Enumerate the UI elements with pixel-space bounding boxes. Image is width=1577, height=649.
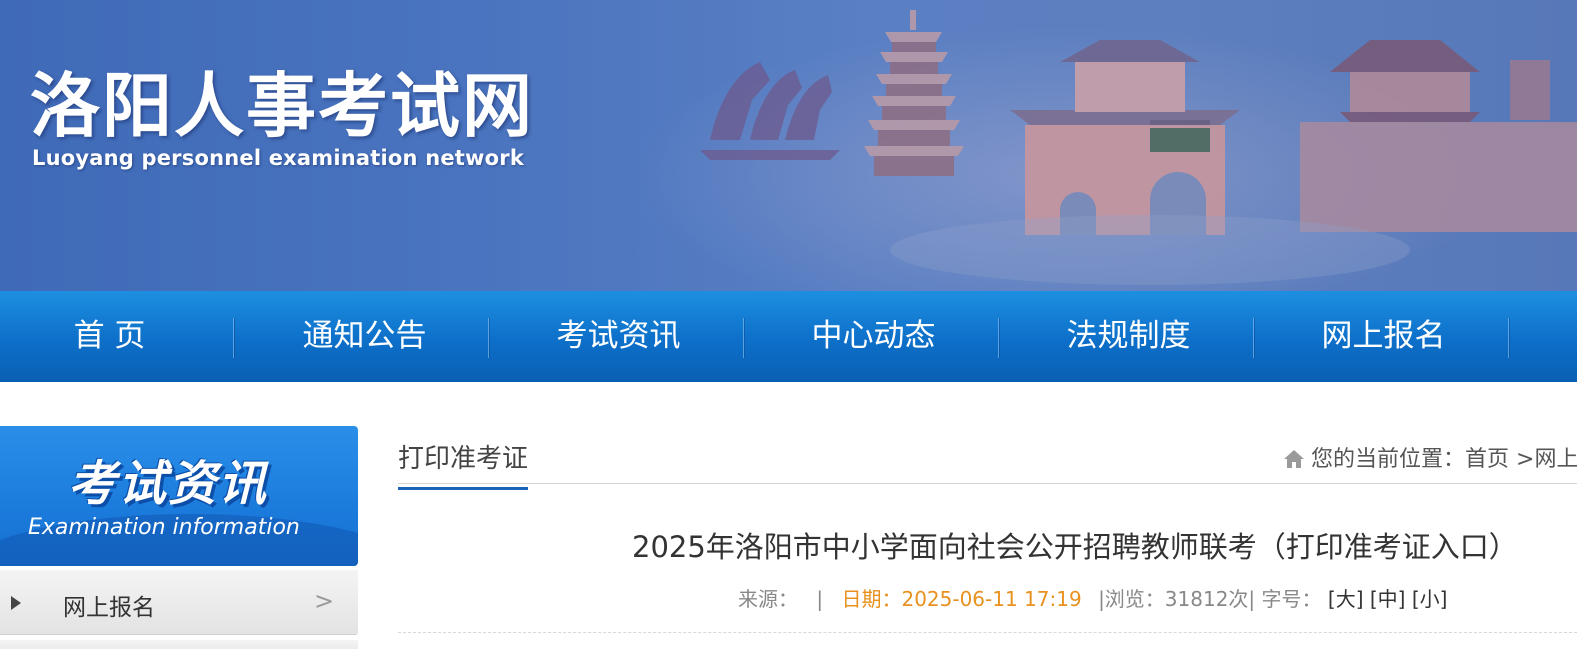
sidebar-item-next[interactable] xyxy=(0,640,358,649)
meta-separator: | xyxy=(816,587,824,611)
home-icon xyxy=(1284,450,1304,468)
nav-divider xyxy=(998,318,999,358)
breadcrumb-home-link[interactable]: 首页 xyxy=(1465,447,1509,472)
article-title: 2025年洛阳市中小学面向社会公开招聘教师联考（打印准考证入口） xyxy=(632,530,1518,564)
font-size-label: 字号： xyxy=(1261,587,1322,611)
publish-date: 日期：2025-06-11 17:19 xyxy=(841,587,1082,611)
landmark-illustration xyxy=(700,10,1577,285)
font-size-medium-button[interactable]: [中] xyxy=(1370,587,1406,611)
view-count: |浏览：31812次| xyxy=(1098,587,1256,611)
nav-divider xyxy=(488,318,489,358)
nav-divider xyxy=(1253,318,1254,358)
breadcrumb: 您的当前位置：首页 >网上 xyxy=(1283,441,1577,473)
breadcrumb-rest[interactable]: >网上 xyxy=(1509,447,1577,472)
nav-divider xyxy=(233,318,234,358)
font-size-large-button[interactable]: [大] xyxy=(1328,587,1364,611)
font-size-small-button[interactable]: [小] xyxy=(1412,587,1448,611)
header-banner: 洛阳人事考试网 Luoyang personnel examination ne… xyxy=(0,0,1577,291)
sidebar-subtitle: Examination information xyxy=(28,515,300,540)
nav-divider xyxy=(1508,318,1509,358)
sidebar-header: 考试资讯 xyxy=(0,426,358,566)
article-divider xyxy=(398,632,1577,633)
nav-item-center-news[interactable]: 中心动态 xyxy=(746,291,1001,382)
tab-print-admission-ticket[interactable]: 打印准考证 xyxy=(398,438,529,490)
nav-item-exam-news[interactable]: 考试资讯 xyxy=(491,291,746,382)
site-title: 洛阳人事考试网 xyxy=(30,65,534,147)
font-size-controls: [大] [中] [小] xyxy=(1328,587,1448,611)
nav-item-notices[interactable]: 通知公告 xyxy=(237,291,492,382)
triangle-right-icon xyxy=(11,596,21,610)
source-label: 来源： xyxy=(738,587,798,611)
nav-item-online-registration[interactable]: 网上报名 xyxy=(1256,291,1511,382)
nav-item-regulations[interactable]: 法规制度 xyxy=(1001,291,1256,382)
sidebar-title: 考试资讯 xyxy=(68,456,269,512)
sidebar-item-online-registration[interactable]: 网上报名 > xyxy=(0,570,358,635)
nav-item-home[interactable]: 首 页 xyxy=(0,291,237,382)
main-nav: 首 页 通知公告 考试资讯 中心动态 法规制度 网上报名 xyxy=(0,291,1577,382)
breadcrumb-prefix: 您的当前位置： xyxy=(1311,447,1466,472)
nav-divider xyxy=(743,318,744,358)
sidebar-item-label: 网上报名 xyxy=(63,595,155,621)
article-meta: 来源： | 日期：2025-06-11 17:19 |浏览：31812次| 字号… xyxy=(738,583,1447,612)
site-subtitle: Luoyang personnel examination network xyxy=(32,146,524,170)
chevron-right-icon: > xyxy=(314,587,335,615)
content-header: 打印准考证 您的当前位置：首页 >网上 xyxy=(398,426,1577,490)
